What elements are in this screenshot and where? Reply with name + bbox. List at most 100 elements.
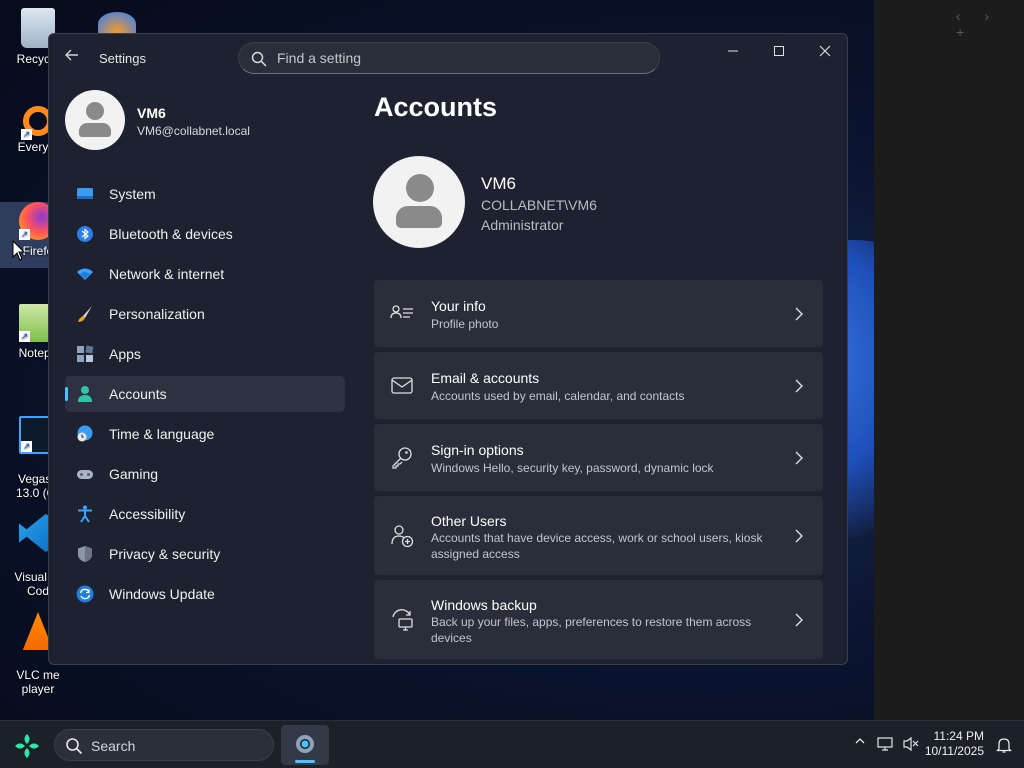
settings-search-box[interactable] [238, 42, 660, 74]
back-arrow-icon [65, 49, 78, 61]
clock-time: 11:24 PM [933, 729, 984, 743]
backup-icon [392, 609, 413, 631]
card-subtitle: Back up your files, apps, preferences to… [431, 615, 752, 645]
sidebar-item-label: Accounts [109, 386, 167, 402]
card-subtitle: Accounts that have device access, work o… [431, 531, 763, 561]
add-user-icon [391, 525, 414, 548]
taskbar-search[interactable]: Search [54, 729, 274, 761]
card-your-info[interactable]: Your info Profile photo [374, 280, 823, 347]
account-role: Administrator [481, 217, 564, 233]
chevron-right-icon [795, 379, 803, 393]
accounts-icon [78, 386, 92, 402]
back-button[interactable] [61, 48, 83, 68]
background-window-nav-arrows: ‹ › + [956, 8, 1000, 40]
search-icon [66, 738, 83, 755]
accessibility-icon [78, 505, 92, 523]
card-title: Your info [431, 298, 486, 314]
system-icon [77, 188, 93, 199]
minimize-button[interactable] [711, 38, 755, 66]
settings-window: Settings VM6 VM6@collabnet.local System … [48, 33, 848, 665]
sidebar-item-bluetooth[interactable]: Bluetooth & devices [65, 216, 345, 252]
chevron-right-icon [795, 307, 803, 321]
sidebar-item-apps[interactable]: Apps [65, 336, 345, 372]
sidebar-item-system[interactable]: System [65, 176, 345, 212]
sidebar-item-label: Privacy & security [109, 546, 221, 562]
chevron-right-icon [795, 529, 803, 543]
sidebar-item-label: Personalization [109, 306, 205, 322]
profile-email: VM6@collabnet.local [137, 124, 250, 138]
wifi-icon [77, 268, 93, 280]
sidebar-nav: System Bluetooth & devices Network & int… [65, 176, 345, 616]
sidebar-profile[interactable]: VM6 VM6@collabnet.local [65, 90, 365, 152]
chevron-right-icon [795, 451, 803, 465]
card-email-accounts[interactable]: Email & accounts Accounts used by email,… [374, 352, 823, 419]
card-title: Windows backup [431, 597, 537, 613]
title-bar: Settings [49, 34, 847, 82]
card-sign-in-options[interactable]: Sign-in options Windows Hello, security … [374, 424, 823, 491]
network-icon[interactable] [876, 736, 894, 752]
sidebar-item-label: System [109, 186, 156, 202]
shield-icon [78, 546, 92, 562]
sidebar-item-label: Windows Update [109, 586, 215, 602]
chevron-up-icon[interactable] [854, 735, 866, 747]
chevron-right-icon [795, 613, 803, 627]
your-info-icon [390, 305, 413, 319]
card-other-users[interactable]: Other Users Accounts that have device ac… [374, 496, 823, 575]
account-name: VM6 [481, 174, 516, 193]
sidebar-item-label: Time & language [109, 426, 215, 442]
search-icon [251, 51, 267, 67]
start-button[interactable] [14, 733, 40, 759]
active-app-indicator [295, 760, 315, 763]
sidebar-item-time-language[interactable]: Time & language [65, 416, 345, 452]
sidebar-item-network[interactable]: Network & internet [65, 256, 345, 292]
card-subtitle: Windows Hello, security key, password, d… [431, 461, 714, 475]
sidebar-item-accessibility[interactable]: Accessibility [65, 496, 345, 532]
desktop-icon-label: VLC me player [16, 668, 60, 696]
taskbar: Search 11:24 PM 10/11/2025 [0, 720, 1024, 768]
bluetooth-icon [77, 226, 93, 242]
mail-icon [391, 377, 413, 394]
maximize-button[interactable] [757, 38, 801, 66]
sidebar-item-label: Network & internet [109, 266, 225, 282]
close-icon [819, 45, 831, 57]
update-icon [76, 585, 94, 603]
sidebar-item-label: Gaming [109, 466, 159, 482]
taskbar-search-label: Search [91, 738, 136, 754]
key-icon [392, 447, 412, 469]
account-summary: VM6 COLLABNET\VM6 Administrator [373, 156, 823, 250]
taskbar-app-settings[interactable] [281, 725, 329, 765]
sidebar-item-privacy[interactable]: Privacy & security [65, 536, 345, 572]
sidebar-item-personalization[interactable]: Personalization [65, 296, 345, 332]
card-subtitle: Accounts used by email, calendar, and co… [431, 389, 685, 403]
sidebar-item-label: Accessibility [109, 506, 186, 522]
close-button[interactable] [803, 38, 847, 66]
minimize-icon [728, 50, 738, 52]
settings-cards: Your info Profile photo Email & accounts… [374, 280, 824, 664]
page-title: Accounts [374, 92, 498, 122]
volume-muted-icon[interactable] [902, 736, 920, 752]
card-title: Sign-in options [431, 442, 524, 458]
sidebar-item-gaming[interactable]: Gaming [65, 456, 345, 492]
avatar [65, 90, 125, 150]
search-input[interactable] [277, 47, 647, 69]
card-subtitle: Profile photo [431, 317, 499, 331]
account-avatar[interactable] [373, 156, 465, 248]
notification-bell-icon[interactable] [996, 736, 1012, 754]
sidebar-item-label: Bluetooth & devices [109, 226, 233, 242]
window-title: Settings [99, 51, 146, 66]
mouse-cursor-icon [12, 240, 26, 261]
settings-gear-icon [296, 735, 314, 753]
card-title: Other Users [431, 513, 507, 529]
sidebar-item-accounts[interactable]: Accounts [65, 376, 345, 412]
card-windows-backup[interactable]: Windows backup Back up your files, apps,… [374, 580, 823, 659]
account-domain: COLLABNET\VM6 [481, 197, 597, 213]
sidebar-item-windows-update[interactable]: Windows Update [65, 576, 345, 612]
maximize-icon [774, 46, 784, 56]
background-window: ‹ › + [874, 0, 1024, 720]
clock-date: 10/11/2025 [924, 744, 984, 758]
globe-clock-icon [77, 425, 93, 442]
sidebar-item-label: Apps [109, 346, 141, 362]
system-clock[interactable]: 11:24 PM 10/11/2025 [925, 729, 984, 759]
card-title: Email & accounts [431, 370, 540, 386]
brush-icon [78, 306, 92, 322]
